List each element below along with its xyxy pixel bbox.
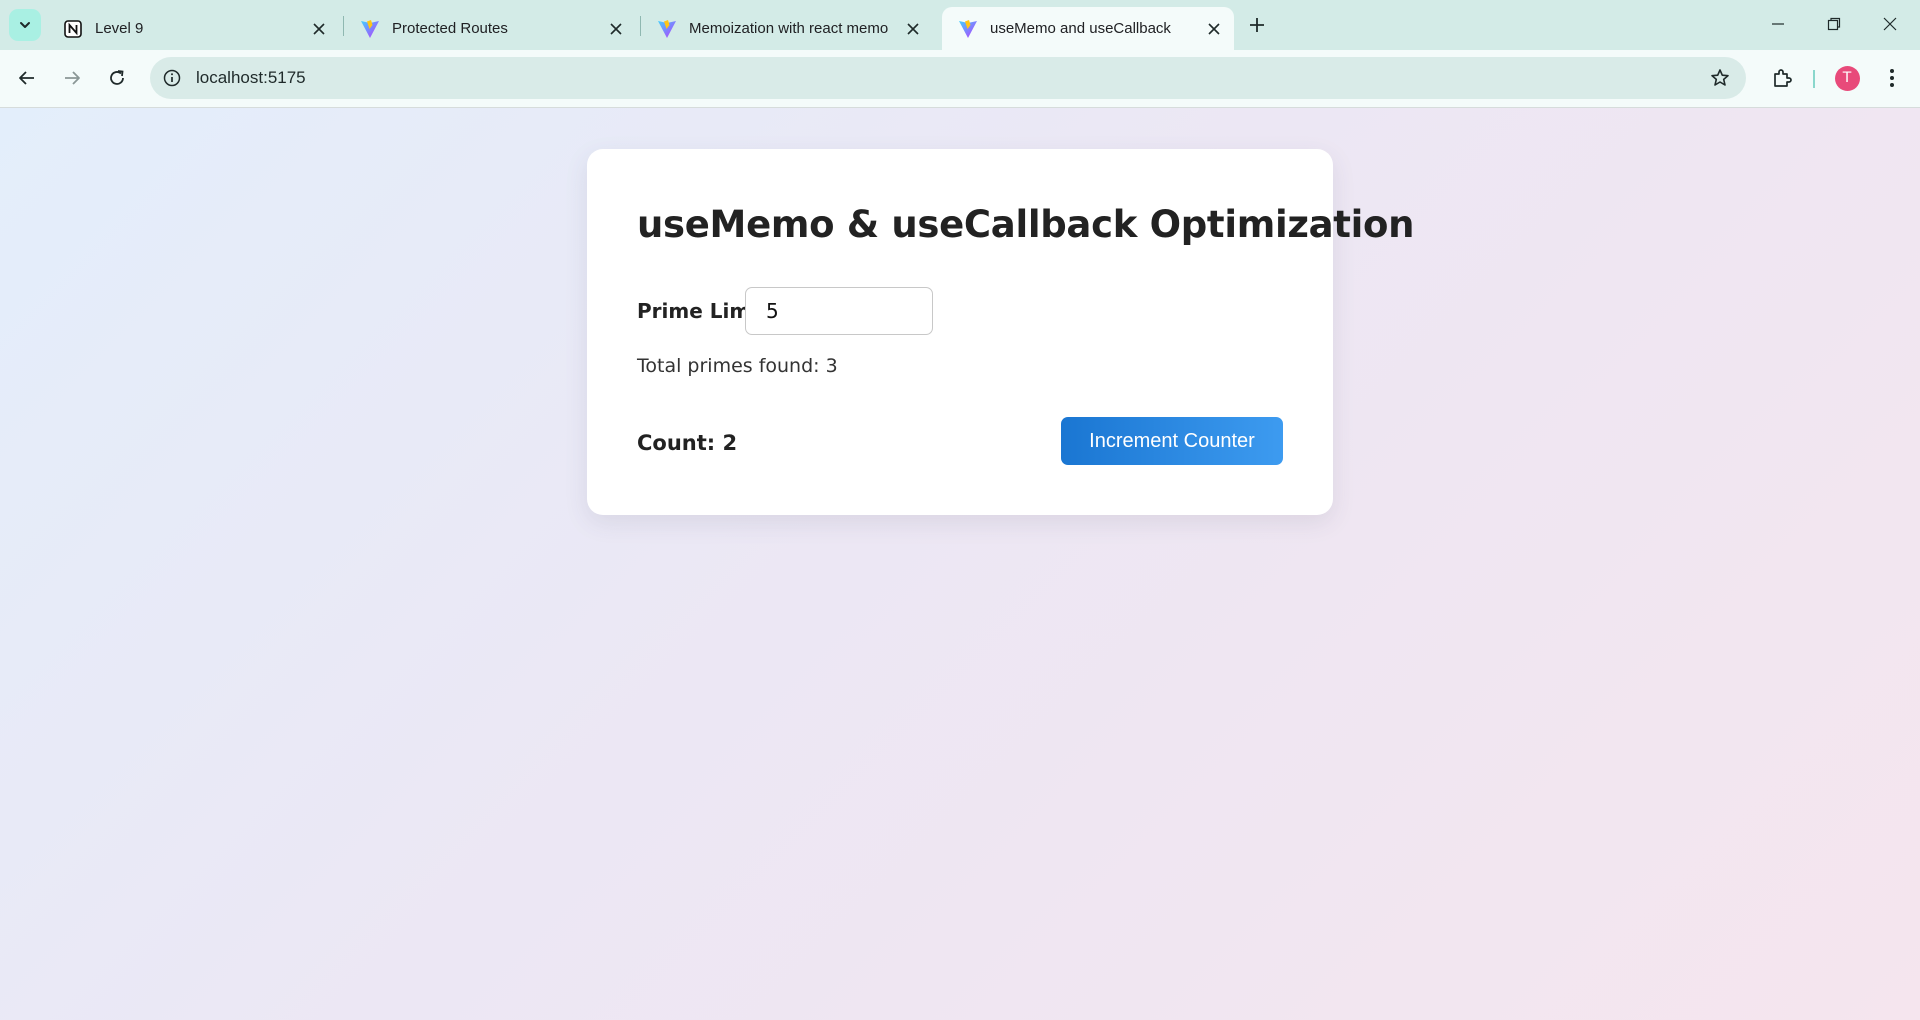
page-background: useMemo & useCallback Optimization Prime… — [0, 108, 1920, 1020]
minimize-icon — [1772, 23, 1784, 25]
optimization-card: useMemo & useCallback Optimization Prime… — [587, 149, 1414, 515]
close-icon[interactable] — [901, 17, 925, 41]
notion-icon — [63, 19, 83, 39]
puzzle-icon — [1774, 69, 1792, 87]
url-text[interactable]: localhost:5175 — [196, 68, 306, 88]
kebab-menu-icon — [1890, 69, 1894, 87]
site-info-icon[interactable] — [161, 67, 183, 89]
arrow-left-icon — [19, 71, 34, 85]
minimize-button[interactable] — [1750, 0, 1806, 48]
page-title: useMemo & useCallback Optimization — [637, 203, 1415, 246]
close-icon[interactable] — [604, 17, 628, 41]
vite-icon — [657, 19, 677, 39]
extensions-button[interactable] — [1765, 61, 1799, 95]
plus-icon — [1250, 18, 1264, 32]
vite-icon — [360, 19, 380, 39]
reload-button[interactable] — [100, 61, 134, 95]
tab-title: Level 9 — [95, 20, 144, 37]
chevron-down-icon — [20, 22, 30, 28]
close-icon[interactable] — [1202, 17, 1226, 41]
tab-usememo-usecallback[interactable]: useMemo and useCallback — [942, 7, 1234, 50]
toolbar-divider — [1813, 70, 1815, 88]
tab-title: Protected Routes — [392, 20, 508, 37]
window-close-button[interactable] — [1862, 0, 1918, 48]
restore-button[interactable] — [1806, 0, 1862, 48]
tab-protected-routes[interactable]: Protected Routes — [344, 7, 636, 50]
close-icon — [1883, 17, 1897, 31]
total-primes-text: Total primes found: 3 — [637, 355, 838, 377]
tab-memoization[interactable]: Memoization with react memo — [641, 7, 933, 50]
back-button[interactable] — [10, 61, 44, 95]
menu-button[interactable] — [1875, 61, 1909, 95]
restore-icon — [1827, 17, 1841, 31]
tab-strip: Level 9 Protected Routes Memoization wit… — [0, 0, 1920, 50]
arrow-right-icon — [65, 71, 80, 85]
increment-counter-button[interactable]: Increment Counter — [1061, 417, 1283, 465]
prime-limit-input[interactable] — [745, 287, 933, 335]
new-tab-button[interactable] — [1243, 11, 1271, 39]
bookmark-star-icon[interactable] — [1708, 66, 1732, 90]
address-bar[interactable]: localhost:5175 — [150, 57, 1746, 99]
avatar: T — [1834, 65, 1860, 91]
tab-level-9[interactable]: Level 9 — [47, 7, 339, 50]
count-text: Count: 2 — [637, 431, 738, 455]
forward-button[interactable] — [55, 61, 89, 95]
profile-button[interactable]: T — [1830, 61, 1864, 95]
reload-icon — [110, 70, 124, 85]
tab-search-button[interactable] — [9, 9, 41, 41]
browser-toolbar: localhost:5175 T — [0, 50, 1920, 108]
vite-icon — [958, 19, 978, 39]
tab-title: Memoization with react memo — [689, 20, 889, 37]
tab-title: useMemo and useCallback — [990, 20, 1171, 37]
close-icon[interactable] — [307, 17, 331, 41]
